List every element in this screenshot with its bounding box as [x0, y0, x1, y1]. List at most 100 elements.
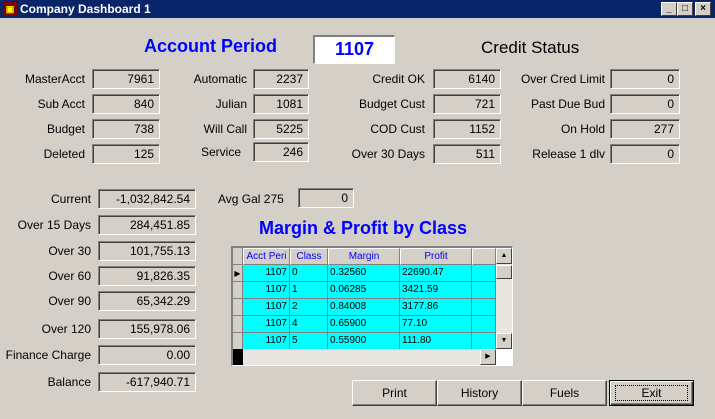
deleted-field[interactable]: 125	[92, 144, 160, 164]
table-cell-acct-period[interactable]: 1107	[243, 282, 290, 299]
over-60-field[interactable]: 91,826.35	[98, 266, 196, 286]
window-title: Company Dashboard 1	[20, 2, 151, 16]
avg-gal-field[interactable]: 0	[298, 188, 354, 208]
account-period-label: Account Period	[144, 36, 278, 56]
history-button[interactable]: History	[437, 380, 522, 406]
table-cell-class[interactable]: 1	[290, 282, 328, 299]
table-cell-class[interactable]: 4	[290, 316, 328, 333]
julian-label: Julian	[215, 97, 247, 111]
table-cell-margin[interactable]: 0.32560	[328, 265, 400, 282]
table-cell-class[interactable]: 0	[290, 265, 328, 282]
row-indicator[interactable]	[233, 299, 243, 316]
table-cell-blank	[472, 299, 496, 316]
table-cell-margin[interactable]: 0.06285	[328, 282, 400, 299]
margin-profit-title: Margin & Profit by Class	[259, 218, 468, 238]
table-cell-acct-period[interactable]: 1107	[243, 265, 290, 282]
over-cred-limit-label: Over Cred Limit	[520, 72, 605, 86]
credit-ok-label: Credit OK	[372, 72, 425, 86]
table-cell-blank	[472, 265, 496, 282]
table-cell-profit[interactable]: 22690.47	[400, 265, 472, 282]
column-header-acct-period[interactable]: Acct Peri	[243, 248, 290, 265]
finance-charge-field[interactable]: 0.00	[98, 345, 196, 365]
will-call-label: Will Call	[203, 122, 247, 136]
close-button[interactable]: ×	[695, 2, 711, 16]
fuels-button[interactable]: Fuels	[522, 380, 607, 406]
column-header-profit[interactable]: Profit	[400, 248, 472, 265]
credit-ok-field[interactable]: 6140	[433, 69, 501, 89]
on-hold-label: On Hold	[560, 122, 605, 136]
budget-cust-label: Budget Cust	[358, 97, 425, 111]
past-due-bud-field[interactable]: 0	[610, 94, 680, 114]
margin-profit-grid[interactable]: Acct Peri Class Margin Profit ▶ 1107 0 0…	[231, 246, 513, 366]
grid-vertical-scrollbar[interactable]: ▲ ▼	[496, 248, 512, 349]
master-acct-field[interactable]: 7961	[92, 69, 160, 89]
fuels-label: Fuels	[549, 386, 580, 400]
balance-label: Balance	[47, 375, 91, 389]
exit-button[interactable]: Exit	[609, 380, 694, 406]
row-indicator-icon[interactable]: ▶	[233, 265, 243, 282]
table-cell-margin[interactable]: 0.84008	[328, 299, 400, 316]
current-field[interactable]: -1,032,842.54	[98, 189, 196, 209]
row-indicator[interactable]	[233, 333, 243, 350]
sub-acct-field[interactable]: 840	[92, 94, 160, 114]
row-indicator[interactable]	[233, 282, 243, 299]
app-icon[interactable]: ▣	[3, 2, 17, 16]
column-header-margin[interactable]: Margin	[328, 248, 400, 265]
on-hold-field[interactable]: 277	[610, 119, 680, 139]
over-90-label: Over 90	[48, 294, 91, 308]
row-indicator[interactable]	[233, 316, 243, 333]
over-15-days-label: Over 15 Days	[17, 218, 91, 232]
column-header-class[interactable]: Class	[290, 248, 328, 265]
over-30-label: Over 30	[48, 244, 91, 258]
sub-acct-label: Sub Acct	[37, 97, 85, 111]
master-acct-label: MasterAcct	[24, 72, 85, 86]
will-call-field[interactable]: 5225	[253, 119, 309, 139]
scroll-right-icon[interactable]: ▶	[480, 349, 496, 365]
minimize-button[interactable]: _	[661, 2, 677, 16]
scroll-up-icon[interactable]: ▲	[496, 248, 512, 264]
table-cell-profit[interactable]: 3421.59	[400, 282, 472, 299]
over-30-days-field[interactable]: 511	[433, 144, 501, 164]
current-label: Current	[50, 192, 91, 206]
past-due-bud-label: Past Due Bud	[530, 97, 605, 111]
service-field[interactable]: 246	[253, 142, 309, 162]
column-header-blank	[472, 248, 496, 265]
avg-gal-label: Avg Gal 275	[218, 192, 284, 206]
over-30-days-label: Over 30 Days	[351, 147, 425, 161]
cod-cust-field[interactable]: 1152	[433, 119, 501, 139]
title-bar[interactable]: ▣ Company Dashboard 1 _ □ ×	[0, 0, 715, 18]
scroll-down-icon[interactable]: ▼	[496, 333, 512, 349]
over-30-field[interactable]: 101,755.13	[98, 241, 196, 261]
table-cell-acct-period[interactable]: 1107	[243, 316, 290, 333]
budget-field[interactable]: 738	[92, 119, 160, 139]
budget-cust-field[interactable]: 721	[433, 94, 501, 114]
table-cell-acct-period[interactable]: 1107	[243, 299, 290, 316]
print-button[interactable]: Print	[352, 380, 437, 406]
over-15-days-field[interactable]: 284,451.85	[98, 215, 196, 235]
table-cell-profit[interactable]: 111.80	[400, 333, 472, 350]
automatic-label: Automatic	[193, 72, 247, 86]
table-cell-class[interactable]: 5	[290, 333, 328, 350]
over-60-label: Over 60	[48, 269, 91, 283]
table-cell-blank	[472, 333, 496, 350]
release-1-dlv-field[interactable]: 0	[610, 144, 680, 164]
table-cell-profit[interactable]: 3177.86	[400, 299, 472, 316]
table-cell-acct-period[interactable]: 1107	[243, 333, 290, 350]
balance-field[interactable]: -617,940.71	[98, 372, 196, 392]
table-cell-profit[interactable]: 77.10	[400, 316, 472, 333]
maximize-button[interactable]: □	[677, 2, 693, 16]
julian-field[interactable]: 1081	[253, 94, 309, 114]
table-cell-class[interactable]: 2	[290, 299, 328, 316]
over-cred-limit-field[interactable]: 0	[610, 69, 680, 89]
over-90-field[interactable]: 65,342.29	[98, 291, 196, 311]
over-120-field[interactable]: 155,978.06	[98, 319, 196, 339]
credit-status-label: Credit Status	[481, 38, 580, 57]
table-cell-margin[interactable]: 0.65900	[328, 316, 400, 333]
history-label: History	[460, 386, 499, 400]
scroll-thumb[interactable]	[496, 265, 512, 279]
automatic-field[interactable]: 2237	[253, 69, 309, 89]
account-period-field[interactable]: 1107	[313, 35, 395, 64]
scroll-left-block[interactable]	[233, 349, 243, 365]
table-cell-margin[interactable]: 0.55900	[328, 333, 400, 350]
grid-horizontal-scrollbar[interactable]: ▶	[233, 349, 496, 365]
